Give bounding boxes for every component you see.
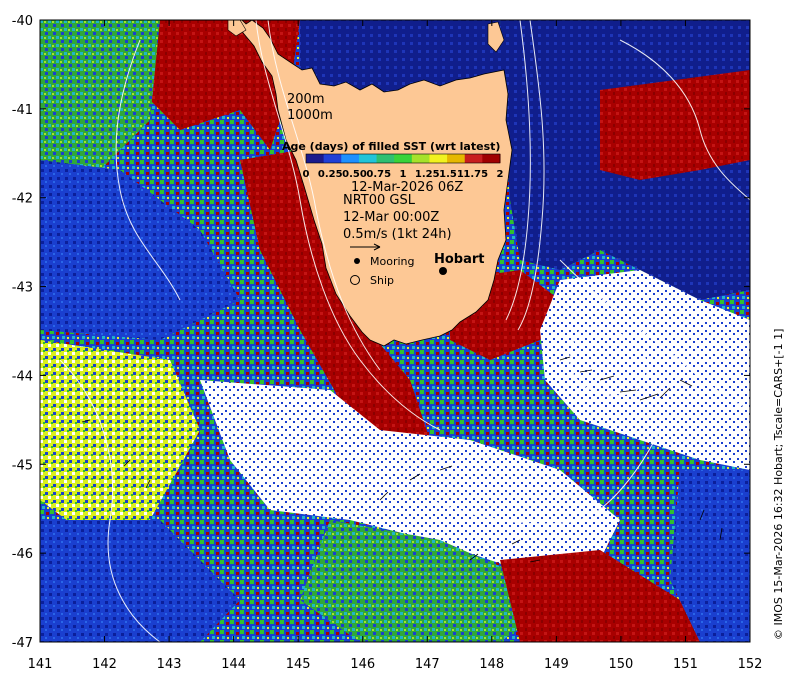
colorbar-swatch <box>447 154 466 163</box>
y-tick-label: -45 <box>12 458 33 473</box>
colorbar-tick-label: 0 <box>303 169 310 180</box>
colorbar-ticks: 0 0.25 0.50 0.75 1 1.25 1.51 1.75 2 <box>303 169 504 180</box>
colorbar-swatch <box>341 154 360 163</box>
colorbar-swatch <box>376 154 395 163</box>
legend-mooring: Mooring <box>370 255 414 268</box>
colorbar-title: Age (days) of filled SST (wrt latest) <box>282 140 500 153</box>
colorbar-swatches <box>305 153 501 164</box>
y-tick-label: -47 <box>12 636 33 651</box>
sst-map: 141 142 143 144 145 146 147 148 149 150 151 152 -40… <box>12 14 785 672</box>
x-tick-label: 147 <box>415 657 440 672</box>
current-time: 12-Mar 00:00Z <box>343 210 439 225</box>
colorbar-tick-label: 2 <box>497 169 504 180</box>
x-tick-label: 151 <box>673 657 698 672</box>
colorbar-swatch <box>394 154 413 163</box>
y-tick-label: -44 <box>12 369 33 384</box>
y-tick-label: -46 <box>12 547 33 562</box>
hobart-mooring-marker <box>439 267 447 275</box>
colorbar-swatch <box>323 154 342 163</box>
colorbar-tick-label: 1.51 <box>439 169 464 180</box>
colorbar-tick-label: 1.25 <box>415 169 440 180</box>
product-name: NRT00 GSL <box>343 193 416 208</box>
x-tick-label: 144 <box>221 657 246 672</box>
hobart-label: Hobart <box>434 252 485 267</box>
colorbar-swatch <box>464 154 483 163</box>
colorbar-tick-label: 0.75 <box>366 169 391 180</box>
x-tick-label: 150 <box>608 657 633 672</box>
y-tick-label: -43 <box>12 281 33 296</box>
credit-text: © IMOS 15-Mar-2026 16:32 Hobart; Tscale=… <box>772 329 785 640</box>
x-tick-label: 152 <box>738 657 763 672</box>
y-tick-label: -42 <box>12 192 33 207</box>
x-tick-label: 149 <box>544 657 569 672</box>
colorbar-swatch <box>306 154 325 163</box>
sst-field <box>40 20 750 642</box>
x-tick-label: 146 <box>350 657 375 672</box>
colorbar-swatch <box>358 154 378 163</box>
x-tick-label: 148 <box>479 657 504 672</box>
colorbar-swatch <box>429 154 448 163</box>
y-tick-label: -41 <box>12 103 33 118</box>
colorbar-swatch <box>411 154 430 163</box>
x-tick-label: 143 <box>157 657 182 672</box>
colorbar-tick-label: 0.25 <box>318 169 343 180</box>
x-tick-label: 142 <box>92 657 117 672</box>
isobath-label-200: 200m <box>287 92 324 107</box>
colorbar-swatch <box>482 154 501 163</box>
x-tick-label: 141 <box>28 657 53 672</box>
x-tick-label: 145 <box>286 657 311 672</box>
arrow-scale-label: 0.5m/s (1kt 24h) <box>343 227 452 242</box>
isobath-label-1000: 1000m <box>287 108 333 123</box>
colorbar-tick-label: 0.50 <box>342 169 367 180</box>
colorbar-tick-label: 1 <box>400 169 407 180</box>
y-tick-label: -40 <box>12 14 33 29</box>
legend-ship: Ship <box>370 274 394 287</box>
colorbar-tick-label: 1.75 <box>463 169 488 180</box>
mooring-dot-icon <box>354 258 360 264</box>
